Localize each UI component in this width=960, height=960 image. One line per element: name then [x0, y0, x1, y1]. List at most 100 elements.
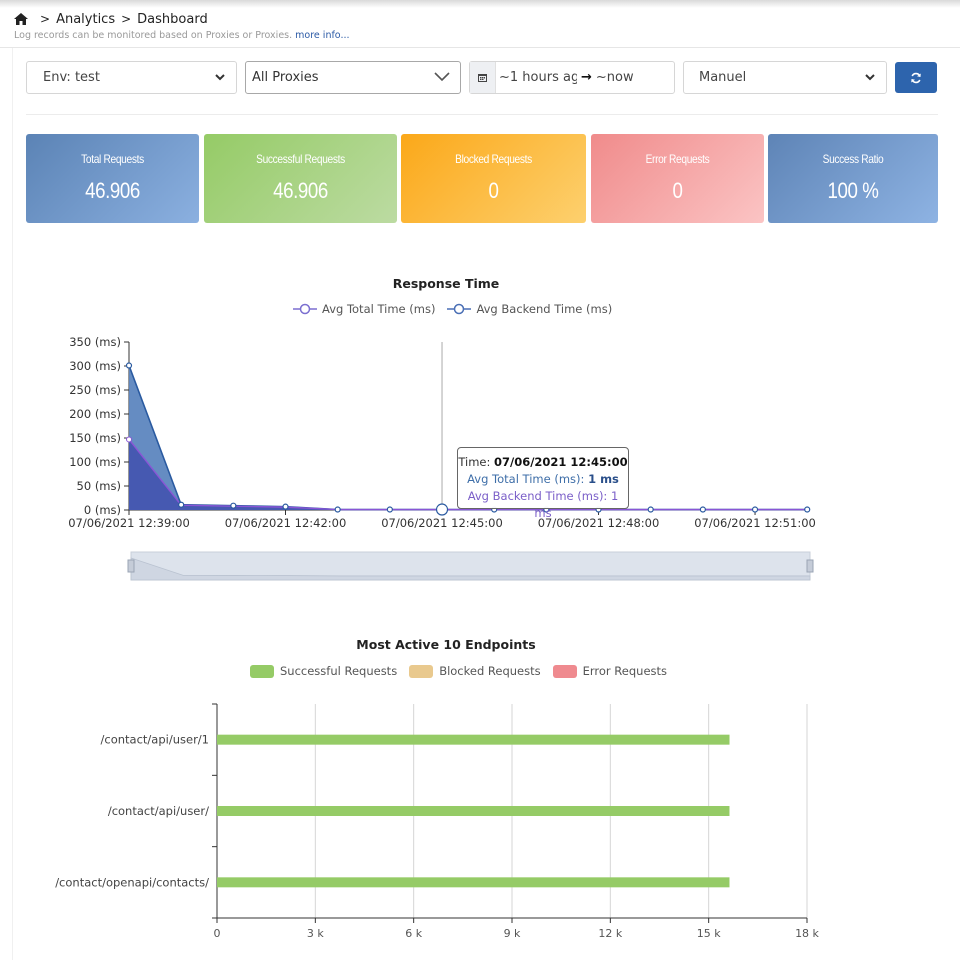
- data-point-total[interactable]: [699, 506, 706, 513]
- environment-value: Env: test: [43, 70, 100, 85]
- card-value: 46.906: [85, 178, 140, 203]
- legend-swatch: [552, 664, 577, 678]
- bar-successful-requests[interactable]: [217, 877, 730, 888]
- response-time-legend: Avg Total Time (ms) Avg Backend Time (ms…: [293, 302, 624, 316]
- more-info-link[interactable]: more info...: [295, 30, 349, 41]
- card-label: Total Requests: [81, 152, 144, 166]
- y-tick-label: 300 (ms): [69, 359, 121, 373]
- x-tick-label: 15 k: [697, 927, 721, 940]
- summary-cards: Total Requests 46.906 Successful Request…: [26, 134, 938, 223]
- legend-label: Avg Total Time (ms): [322, 302, 436, 316]
- data-point-backend[interactable]: [126, 436, 132, 443]
- legend-marker-icon: [293, 303, 317, 315]
- data-point-total[interactable]: [125, 362, 133, 369]
- legend-label: Successful Requests: [280, 664, 398, 678]
- date-range-value[interactable]: ~1 hours ago → ~now: [496, 62, 634, 93]
- home-icon[interactable]: [14, 13, 28, 25]
- arrow-right-icon: →: [581, 70, 592, 85]
- card-label: Error Requests: [645, 152, 710, 166]
- card-value: 0: [488, 178, 499, 203]
- page-description: Log records can be monitored based on Pr…: [14, 30, 960, 41]
- legend-item-backend-time[interactable]: Avg Backend Time (ms): [447, 302, 612, 316]
- card-blocked-requests: Blocked Requests 0: [401, 134, 586, 223]
- card-successful-requests: Successful Requests 46.906: [204, 134, 397, 223]
- endpoints-chart[interactable]: 0 3 k 6 k 9 k 12 k 15 k 18 k/contact/api/user/…: [0, 690, 960, 960]
- legend-label: Avg Backend Time (ms): [476, 302, 613, 316]
- data-point-total[interactable]: [386, 506, 393, 513]
- endpoints-legend: Successful Requests Blocked Requests Err…: [250, 664, 679, 678]
- x-tick-label: 07/06/2021 12:39:00: [68, 516, 190, 530]
- bar-successful-requests[interactable]: [217, 806, 730, 816]
- refresh-icon: [911, 72, 921, 83]
- refresh-mode-select[interactable]: Manuel: [683, 61, 887, 94]
- y-tick-label: 0 (ms): [84, 503, 121, 517]
- card-value: 0: [672, 178, 683, 203]
- legend-item-blocked[interactable]: Blocked Requests: [409, 664, 541, 678]
- y-tick-label: 50 (ms): [77, 479, 121, 493]
- bar-successful-requests[interactable]: [217, 734, 730, 745]
- chart-tooltip: Time: 07/06/2021 12:45:00 Avg Total Time…: [457, 447, 629, 520]
- proxy-value: All Proxies: [252, 70, 319, 85]
- card-error-requests: Error Requests 0: [591, 134, 764, 223]
- card-value: 46.906: [273, 178, 328, 203]
- legend-item-successful[interactable]: Successful Requests: [250, 664, 397, 678]
- data-point-total[interactable]: [435, 503, 449, 516]
- description-text: Log records can be monitored based on Pr…: [14, 30, 293, 41]
- y-tick-label: 350 (ms): [69, 335, 121, 349]
- refresh-mode-value: Manuel: [699, 70, 747, 85]
- divider: [26, 114, 938, 115]
- calendar-icon[interactable]: [470, 62, 496, 93]
- category-label: /contact/openapi/contacts/: [55, 875, 209, 889]
- chevron-down-icon: [215, 74, 225, 81]
- data-point-total[interactable]: [804, 506, 811, 513]
- card-label: Blocked Requests: [455, 152, 532, 166]
- proxy-select[interactable]: All Proxies: [245, 61, 461, 94]
- y-tick-label: 150 (ms): [69, 431, 121, 445]
- legend-item-error[interactable]: Error Requests: [552, 664, 668, 678]
- y-tick-label: 250 (ms): [69, 383, 121, 397]
- chevron-down-icon: [865, 74, 875, 81]
- x-tick-label: 07/06/2021 12:51:00: [694, 516, 816, 530]
- environment-select[interactable]: Env: test: [26, 61, 237, 94]
- x-tick-label: 6 k: [405, 927, 422, 940]
- card-value: 100 %: [827, 178, 879, 203]
- date-to: ~now: [595, 70, 634, 85]
- breadcrumb-separator: >: [40, 12, 51, 26]
- card-success-ratio: Success Ratio 100 %: [768, 134, 938, 223]
- response-time-title: Response Time: [392, 276, 500, 291]
- top-shadow: [0, 0, 960, 8]
- data-point-total[interactable]: [230, 502, 237, 509]
- category-label: /contact/api/user/1: [101, 733, 209, 747]
- x-tick-label: 18 k: [795, 927, 819, 940]
- data-zoom-handle-left[interactable]: [127, 559, 135, 573]
- breadcrumb-separator: >: [121, 12, 132, 26]
- breadcrumb: > Analytics > Dashboard: [14, 8, 960, 30]
- x-tick-label: 0: [214, 927, 221, 940]
- legend-item-total-time[interactable]: Avg Total Time (ms): [293, 302, 435, 316]
- data-point-total[interactable]: [751, 506, 759, 513]
- card-total-requests: Total Requests 46.906: [26, 134, 199, 223]
- legend-marker-icon: [447, 303, 472, 315]
- category-label: /contact/api/user/: [108, 804, 209, 818]
- refresh-button[interactable]: [895, 62, 937, 93]
- tooltip-backend: Avg Backend Time (ms): 1 ms: [467, 489, 619, 520]
- tooltip-total: Avg Total Time (ms): 1 ms: [467, 472, 619, 486]
- x-tick-label: 12 k: [598, 927, 622, 940]
- legend-swatch: [250, 664, 274, 678]
- data-point-total[interactable]: [282, 503, 289, 510]
- tooltip-time: Time: 07/06/2021 12:45:00: [458, 455, 628, 469]
- legend-swatch: [409, 664, 434, 678]
- y-tick-label: 200 (ms): [69, 407, 121, 421]
- data-point-total[interactable]: [334, 506, 341, 513]
- card-label: Success Ratio: [822, 152, 884, 166]
- data-point-total[interactable]: [178, 501, 185, 508]
- breadcrumb-analytics[interactable]: Analytics: [56, 12, 115, 27]
- legend-label: Error Requests: [582, 664, 668, 678]
- card-label: Successful Requests: [256, 152, 345, 166]
- date-range-picker[interactable]: ~1 hours ago → ~now: [469, 61, 675, 94]
- endpoints-title: Most Active 10 Endpoints: [356, 637, 536, 652]
- data-zoom-handle-right[interactable]: [806, 559, 814, 573]
- y-tick-label: 100 (ms): [69, 455, 121, 469]
- x-tick-label: 07/06/2021 12:42:00: [225, 516, 347, 530]
- data-point-total[interactable]: [647, 506, 654, 513]
